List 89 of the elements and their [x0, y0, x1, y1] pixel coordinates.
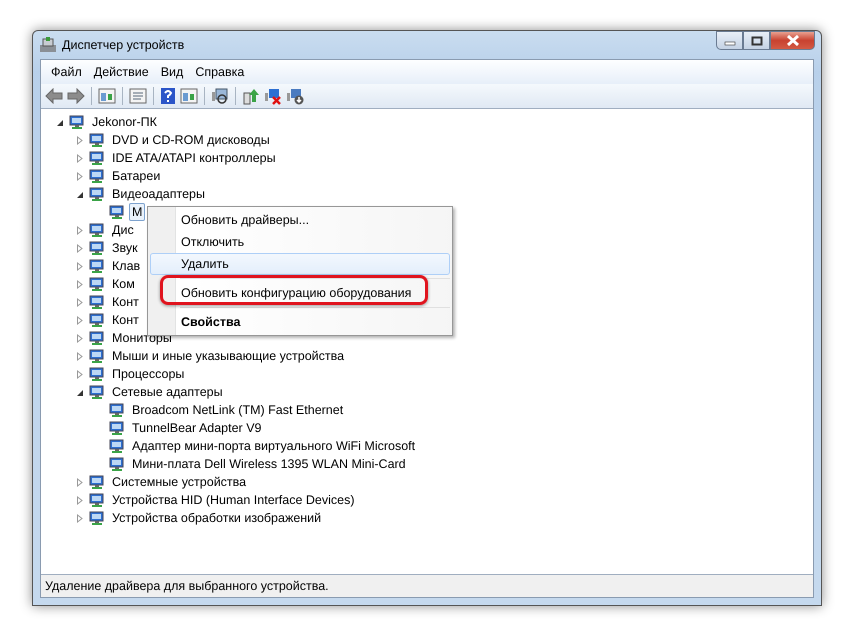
expand-arrow-icon[interactable] — [76, 496, 84, 504]
collapse-arrow-icon[interactable] — [56, 118, 64, 126]
expand-arrow-icon[interactable] — [76, 514, 84, 522]
menu-item[interactable]: Справка — [189, 63, 250, 81]
disable-device-icon[interactable] — [286, 87, 304, 105]
menu-item[interactable]: Обновить драйверы... — [150, 209, 450, 231]
window-title: Диспетчер устройств — [62, 38, 184, 52]
menu-item[interactable]: Файл — [45, 63, 88, 81]
menu-item[interactable]: Действие — [88, 63, 155, 81]
tree-item[interactable]: Системные устройства — [109, 473, 250, 491]
device-icon — [89, 168, 105, 184]
tree-item[interactable]: Клав — [109, 257, 144, 275]
tree-item[interactable]: Broadcom NetLink (TM) Fast Ethernet — [129, 401, 346, 419]
tree-item[interactable]: Видеоадаптеры — [109, 185, 208, 203]
expand-arrow-icon[interactable] — [76, 136, 84, 144]
device-icon — [89, 132, 105, 148]
menu-item[interactable]: Вид — [154, 63, 190, 81]
tree-item[interactable]: Звук — [109, 239, 141, 257]
remove-device-icon[interactable] — [264, 87, 282, 105]
back-arrow-icon[interactable] — [45, 88, 63, 104]
device-icon — [89, 366, 105, 382]
device-icon — [89, 348, 105, 364]
tree-item[interactable]: Jekonor-ПК — [89, 113, 160, 131]
device-icon — [89, 240, 105, 256]
panel-icon[interactable] — [98, 88, 116, 104]
collapse-arrow-icon[interactable] — [76, 190, 84, 198]
expand-arrow-icon[interactable] — [76, 352, 84, 360]
close-button[interactable] — [770, 31, 815, 50]
menu-item[interactable]: Обновить конфигурацию оборудования — [150, 282, 450, 304]
device-icon — [89, 312, 105, 328]
expand-arrow-icon[interactable] — [76, 262, 84, 270]
expand-arrow-icon[interactable] — [76, 478, 84, 486]
device-icon — [109, 456, 125, 472]
minimize-button[interactable] — [716, 31, 743, 50]
device-icon — [89, 510, 105, 526]
tree-item[interactable]: Конт — [109, 311, 142, 329]
maximize-icon — [750, 36, 762, 46]
device-icon — [89, 330, 105, 346]
device-icon — [89, 474, 105, 490]
tree-item[interactable]: Устройства обработки изображений — [109, 509, 324, 527]
menu-item[interactable]: Удалить — [150, 253, 450, 275]
properties-icon[interactable] — [129, 88, 147, 104]
device-icon — [89, 276, 105, 292]
tree-item[interactable]: Мыши и иные указывающие устройства — [109, 347, 348, 365]
expand-arrow-icon[interactable] — [76, 334, 84, 342]
maximize-button[interactable] — [743, 31, 770, 50]
expand-arrow-icon[interactable] — [76, 316, 84, 324]
tree-item[interactable]: IDE ATA/ATAPI контроллеры — [109, 149, 279, 167]
status-text: Удаление драйвера для выбранного устройства. — [45, 579, 329, 593]
tree-item[interactable]: DVD и CD-ROM дисководы — [109, 131, 273, 149]
device-icon — [109, 420, 125, 436]
help-icon[interactable] — [160, 87, 176, 105]
tree-item[interactable]: Устройства HID (Human Interface Devices) — [109, 491, 358, 509]
close-icon — [786, 35, 800, 46]
expand-arrow-icon[interactable] — [76, 154, 84, 162]
device-icon — [89, 294, 105, 310]
tree-item[interactable]: Дис — [109, 221, 137, 239]
expand-arrow-icon[interactable] — [76, 370, 84, 378]
collapse-arrow-icon[interactable] — [76, 388, 84, 396]
device-icon — [69, 114, 85, 130]
menu-item[interactable]: Отключить — [150, 231, 450, 253]
panel-icon[interactable] — [180, 88, 198, 104]
device-icon — [89, 258, 105, 274]
tree-item[interactable]: Сетевые адаптеры — [109, 383, 226, 401]
tree-item[interactable]: Процессоры — [109, 365, 188, 383]
tree-item[interactable]: Батареи — [109, 167, 164, 185]
tree-item[interactable]: Конт — [109, 293, 142, 311]
device-icon — [109, 402, 125, 418]
upload-icon[interactable] — [242, 87, 260, 105]
expand-arrow-icon[interactable] — [76, 226, 84, 234]
tree-item[interactable]: Ком — [109, 275, 138, 293]
tree-item[interactable]: M — [129, 203, 146, 221]
expand-arrow-icon[interactable] — [76, 298, 84, 306]
device-icon — [89, 150, 105, 166]
expand-arrow-icon[interactable] — [76, 244, 84, 252]
device-icon — [89, 384, 105, 400]
tree-item[interactable]: Мини-плата Dell Wireless 1395 WLAN Mini-Card — [129, 455, 409, 473]
tree-item[interactable]: TunnelBear Adapter V9 — [129, 419, 264, 437]
scan-hardware-icon[interactable] — [211, 87, 229, 105]
device-icon — [89, 222, 105, 238]
device-icon — [89, 492, 105, 508]
tree-item[interactable]: Адаптер мини-порта виртуального WiFi Microsoft — [129, 437, 418, 455]
expand-arrow-icon[interactable] — [76, 280, 84, 288]
forward-arrow-icon[interactable] — [67, 88, 85, 104]
device-icon — [109, 438, 125, 454]
expand-arrow-icon[interactable] — [76, 172, 84, 180]
computer-icon — [39, 37, 57, 53]
device-icon — [109, 204, 125, 220]
device-icon — [89, 186, 105, 202]
